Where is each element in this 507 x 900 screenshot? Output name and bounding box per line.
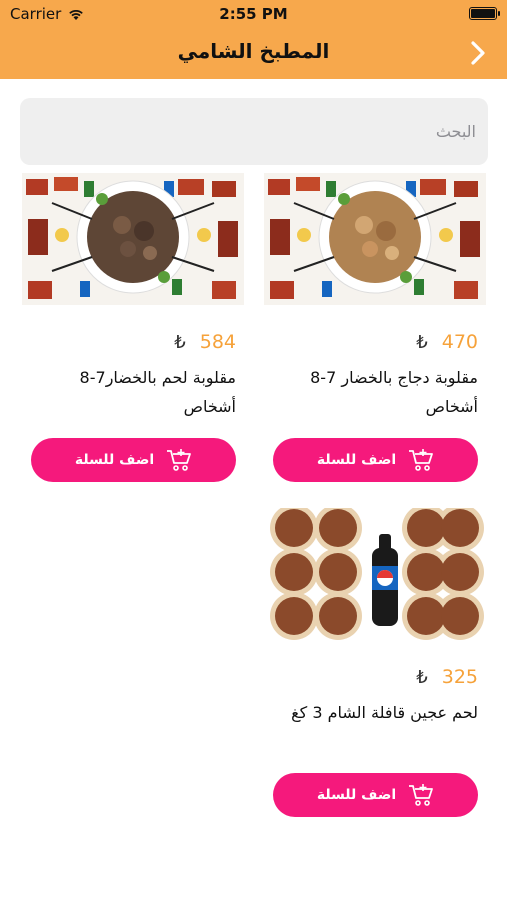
clock: 2:55 PM	[219, 5, 288, 23]
page-title: المطبخ الشامي	[177, 39, 330, 63]
product-price: 584	[199, 331, 236, 353]
add-to-cart-label: اضف للسلة	[316, 787, 397, 803]
price-row: ₺ 325	[416, 666, 478, 688]
product-card[interactable]: ₺ 470 مقلوبة دجاج بالخضار 7-8 أشخاص اضف …	[264, 173, 486, 493]
chevron-right-icon	[471, 41, 485, 65]
product-card[interactable]: ₺ 584 مقلوبة لحم بالخضار7-8 أشخاص اضف لل…	[22, 173, 244, 493]
currency-symbol: ₺	[416, 331, 428, 353]
product-name: لحم عجين قافلة الشام 3 كغ	[291, 703, 478, 722]
product-name: مقلوبة لحم بالخضار7-8 أشخاص	[79, 368, 236, 416]
battery-icon	[469, 7, 500, 20]
product-card[interactable]: ₺ 325 لحم عجين قافلة الشام 3 كغ اضف للسل…	[264, 508, 486, 828]
product-image-meat-maqluba[interactable]	[22, 173, 244, 305]
back-button[interactable]	[465, 38, 491, 68]
add-to-cart-button[interactable]: اضف للسلة	[273, 773, 478, 817]
currency-symbol: ₺	[416, 666, 428, 688]
product-price: 325	[441, 666, 478, 688]
product-price: 470	[441, 331, 478, 353]
add-to-cart-button[interactable]: اضف للسلة	[273, 438, 478, 482]
navigation-bar: المطبخ الشامي	[0, 28, 507, 79]
add-to-cart-label: اضف للسلة	[316, 452, 397, 468]
status-bar: Carrier 2:55 PM	[0, 0, 507, 28]
add-to-cart-icon	[167, 449, 192, 471]
price-row: ₺ 584	[174, 331, 236, 353]
add-to-cart-label: اضف للسلة	[74, 452, 155, 468]
add-to-cart-button[interactable]: اضف للسلة	[31, 438, 236, 482]
search-box[interactable]	[20, 98, 488, 165]
add-to-cart-icon	[409, 449, 434, 471]
product-image-chicken-maqluba[interactable]	[264, 173, 486, 305]
product-image-lahm-bi-ajin[interactable]	[264, 508, 486, 640]
price-row: ₺ 470	[416, 331, 478, 353]
product-name: مقلوبة دجاج بالخضار 7-8 أشخاص	[310, 368, 478, 416]
search-input[interactable]	[20, 98, 488, 165]
currency-symbol: ₺	[174, 331, 186, 353]
add-to-cart-icon	[409, 784, 434, 806]
